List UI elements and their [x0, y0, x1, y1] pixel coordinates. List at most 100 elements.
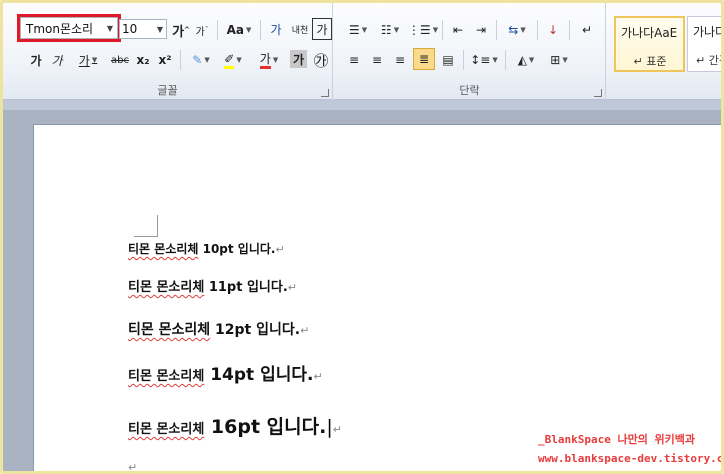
font-group: Tmon몬소리 ▼ 10 ▼ 가 ^ 가ˇ Aa ▼ 가 내천 가 가 가 가 … [3, 3, 333, 100]
justify-button[interactable]: ≣ [413, 48, 435, 70]
decrease-indent-icon: ⇤ [452, 23, 464, 37]
increase-indent-button[interactable]: ⇥ [471, 19, 491, 41]
line-text: 16pt 입니다. [204, 416, 327, 438]
paragraph-mark: ↵ [300, 324, 310, 337]
separator [569, 20, 570, 40]
document-empty-line[interactable]: ↵ [128, 461, 138, 474]
numbering-button[interactable]: ☷ ▼ [376, 19, 404, 41]
ruler-strip [3, 100, 721, 110]
bold-button[interactable]: 가 [27, 49, 45, 71]
distributed-button[interactable]: ▤ [438, 49, 458, 71]
shrink-font-icon: 가 [195, 26, 205, 38]
red-highlight-box [17, 14, 121, 42]
phonetic-guide-button[interactable]: 가 [265, 18, 287, 40]
style-normal-preview: 가나다AaE [621, 26, 678, 40]
char-shading-icon: 가 [292, 52, 305, 67]
align-center-icon: ≡ [371, 53, 383, 67]
line-text: 11pt 입니다. [204, 280, 288, 295]
decrease-indent-button[interactable]: ⇤ [448, 19, 468, 41]
show-marks-button[interactable]: ↵ [577, 19, 597, 41]
style-no-spacing-label: ↵ 간격 [696, 54, 721, 67]
italic-button[interactable]: 가 [48, 49, 66, 71]
subscript-button[interactable]: x₂ [134, 49, 152, 71]
separator [496, 20, 497, 40]
line-text: 14pt 입니다. [204, 365, 314, 385]
separator [180, 50, 181, 70]
justify-icon: ≣ [418, 52, 430, 66]
paragraph-mark: ↵ [287, 281, 297, 294]
text-effects-icon: ✎ [192, 53, 203, 67]
multilevel-list-button[interactable]: ⋮☰ ▼ [408, 19, 438, 41]
paragraph-mark-icon: ↵ [581, 23, 593, 37]
line-text: 10pt 입니다. [198, 242, 276, 256]
strikethrough-button[interactable]: abc [108, 49, 132, 71]
grow-font-icon: 가 [172, 24, 185, 40]
style-no-spacing[interactable]: 가나다 ↵ 간격 [687, 16, 721, 72]
line-spacing-button[interactable]: ↕≡ ▼ [469, 49, 499, 71]
paragraph-mark: ↵ [275, 243, 285, 256]
change-case-icon: Aa [226, 23, 244, 37]
styles-group: 가나다AaE ↵ 표준 가나다 ↵ 간격 [607, 3, 721, 100]
underline-button[interactable]: 가 ▼ [71, 49, 105, 71]
char-shading-button[interactable]: 가 [290, 50, 307, 68]
document-line-16pt[interactable]: 티몬 몬소리체 16pt 입니다.|↵ [128, 412, 342, 439]
separator [463, 50, 464, 70]
font-size-value[interactable]: 10 [122, 22, 137, 36]
font-color-icon: 가 [259, 52, 271, 69]
borders-button[interactable]: ⊞ ▼ [544, 49, 574, 71]
line-font-name: 티몬 몬소리체 [128, 422, 205, 437]
phonetic-guide-icon: 가 [270, 22, 282, 37]
paragraph-mark: ↵ [313, 370, 323, 383]
separator [505, 50, 506, 70]
separator [260, 20, 261, 40]
font-group-label: 글꼴 [157, 84, 178, 97]
document-line-12pt[interactable]: 티몬 몬소리체 12pt 입니다.↵ [128, 319, 309, 339]
document-line-14pt[interactable]: 티몬 몬소리체 14pt 입니다.↵ [128, 360, 323, 385]
superscript-button[interactable]: x² [156, 49, 174, 71]
change-case-button[interactable]: Aa ▼ [223, 19, 255, 41]
align-left-icon: ≡ [348, 53, 360, 67]
bullet-list-icon: ☰ [348, 23, 360, 37]
font-dialog-launcher-icon[interactable] [321, 89, 329, 97]
chevron-down-icon[interactable]: ▼ [157, 25, 163, 34]
paragraph-group-label: 단락 [459, 84, 480, 97]
underline-icon: 가 [78, 53, 90, 68]
separator [537, 20, 538, 40]
font-color-button[interactable]: 가 ▼ [254, 49, 284, 71]
grow-font-button[interactable]: 가 ^ [172, 19, 190, 41]
align-left-button[interactable]: ≡ [344, 49, 364, 71]
style-normal[interactable]: 가나다AaE ↵ 표준 [614, 16, 685, 72]
margin-corner-mark [134, 215, 158, 237]
text-effects-button[interactable]: ✎ ▼ [186, 49, 216, 71]
sort-button[interactable]: ↓ [543, 19, 563, 41]
document-line-11pt[interactable]: 티몬 몬소리체 11pt 입니다.↵ [128, 276, 297, 295]
separator [442, 20, 443, 40]
align-right-button[interactable]: ≡ [390, 49, 410, 71]
paragraph-mark: ↵ [128, 461, 138, 474]
shading-button[interactable]: ◭ ▼ [511, 49, 541, 71]
line-text: 12pt 입니다. [210, 322, 301, 338]
line-font-name: 티몬 몬소리체 [128, 242, 199, 256]
align-center-button[interactable]: ≡ [367, 49, 387, 71]
document-line-10pt[interactable]: 티몬 몬소리체 10pt 입니다.↵ [128, 240, 285, 257]
font-size-combo[interactable]: 10 ▼ [119, 19, 167, 39]
style-normal-label: ↵ 표준 [633, 55, 667, 68]
borders-icon: ⊞ [550, 53, 561, 67]
enclosed-char-button[interactable]: ㉮ [311, 49, 331, 71]
increase-indent-icon: ⇥ [475, 23, 487, 37]
subscript-icon: x₂ [136, 53, 150, 67]
watermark-line1: _BlankSpace 나만의 위키백과 [538, 433, 695, 446]
highlight-color-button[interactable]: ✐ ▼ [218, 49, 248, 71]
watermark-line2: www.blankspace-dev.tistory.com [538, 452, 724, 465]
bullets-button[interactable]: ☰ ▼ [344, 19, 372, 41]
paint-bucket-icon: ◭ [517, 53, 527, 67]
ribbon: Tmon몬소리 ▼ 10 ▼ 가 ^ 가ˇ Aa ▼ 가 내천 가 가 가 가 … [3, 3, 721, 100]
enclose-char-button[interactable]: 가 [312, 18, 332, 40]
line-font-name: 티몬 몬소리체 [128, 322, 211, 338]
asian-layout-button[interactable]: ⇆ ▼ [502, 19, 532, 41]
hanja-button[interactable]: 내천 [289, 18, 311, 40]
line-spacing-icon: ↕≡ [470, 53, 491, 67]
separator [217, 20, 218, 40]
paragraph-dialog-launcher-icon[interactable] [594, 89, 602, 97]
shrink-font-button[interactable]: 가ˇ [194, 19, 210, 41]
